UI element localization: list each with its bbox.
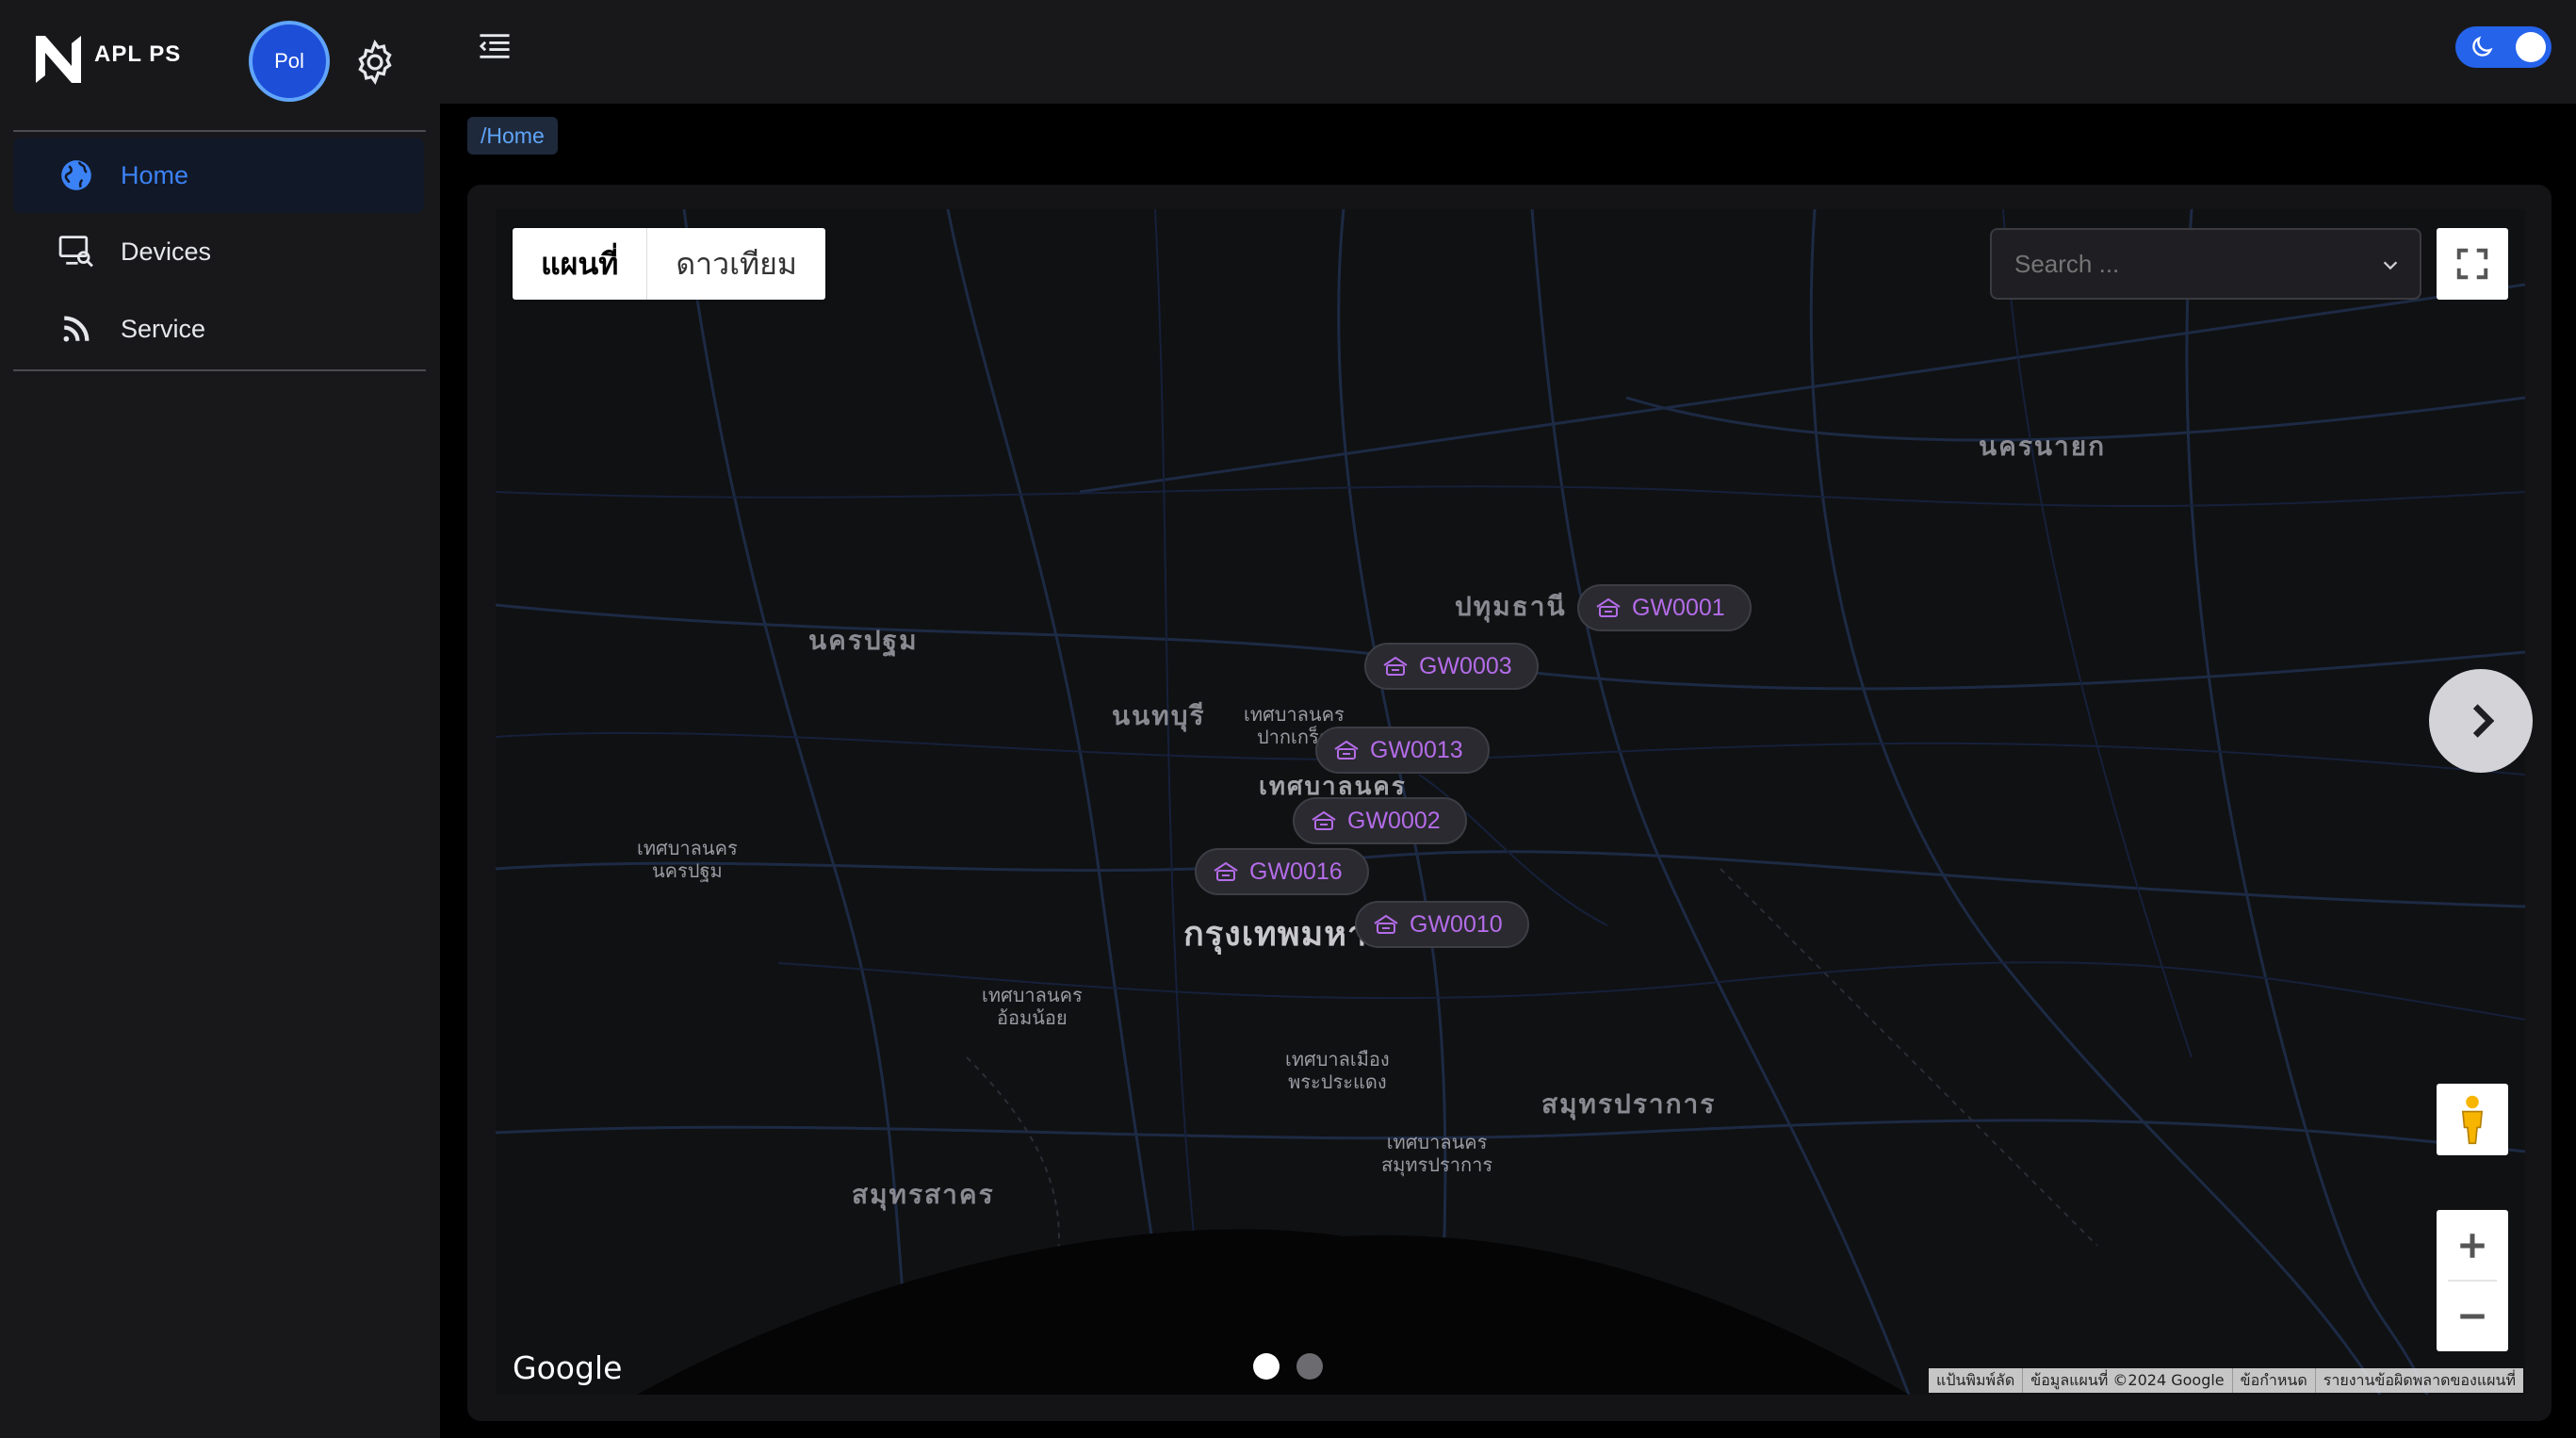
map-canvas[interactable]: นครนายก ปทุมธานี นครปฐม นนทบุรี เทศบาลนค… — [496, 209, 2525, 1395]
gateway-search-select[interactable] — [1990, 228, 2421, 300]
google-logo[interactable]: Google — [513, 1349, 622, 1386]
gateway-icon — [1312, 810, 1336, 830]
keyboard-shortcuts-link[interactable]: แป้นพิมพ์ลัด — [1929, 1368, 2022, 1393]
gateway-marker-gw0003[interactable]: GW0003 — [1364, 643, 1539, 690]
gateway-label: GW0010 — [1410, 910, 1503, 938]
device-search-icon — [57, 232, 96, 271]
zoom-control — [2437, 1210, 2508, 1351]
globe-icon — [57, 155, 96, 195]
place-label: เทศบาลนคร สมุทรปราการ — [1381, 1131, 1493, 1176]
gateway-label: GW0001 — [1632, 594, 1725, 621]
plus-icon — [2460, 1233, 2485, 1258]
zoom-in-button[interactable] — [2437, 1210, 2508, 1281]
map-type-control: แผนที่ ดาวเทียม — [513, 228, 825, 300]
gateway-label: GW0016 — [1249, 858, 1343, 885]
minus-icon — [2460, 1314, 2485, 1318]
fullscreen-button[interactable] — [2437, 228, 2508, 300]
place-label: สมุทรปราการ — [1541, 1088, 1717, 1119]
breadcrumb[interactable]: /Home — [467, 117, 558, 155]
gateway-marker-gw0013[interactable]: GW0013 — [1315, 727, 1490, 774]
sidebar-item-label: Home — [121, 160, 189, 189]
theme-toggle[interactable] — [2455, 26, 2552, 68]
place-label: เทศบาลเมือง พระประแดง — [1285, 1048, 1390, 1093]
place-label: นครนายก — [1979, 431, 2107, 462]
fullscreen-icon — [2456, 248, 2488, 280]
place-label: เทศบาลนคร นครปฐม — [637, 837, 738, 882]
map-attribution: แป้นพิมพ์ลัด ข้อมูลแผนที่ ©2024 Google ข… — [1929, 1368, 2523, 1393]
sidebar-item-label: Service — [121, 314, 206, 343]
chevron-right-icon — [2472, 704, 2495, 738]
gateway-icon — [1214, 861, 1238, 881]
gateway-icon — [1596, 597, 1621, 617]
gateway-icon — [1374, 914, 1398, 934]
place-label: สมุทรสาคร — [852, 1179, 995, 1210]
gateway-icon — [1383, 656, 1408, 676]
pegman-icon — [2461, 1095, 2484, 1145]
gateway-label: GW0002 — [1347, 807, 1441, 834]
gateway-label: GW0013 — [1370, 736, 1463, 763]
sidebar-divider — [13, 369, 426, 371]
report-error-link[interactable]: รายงานข้อผิดพลาดของแผนที่ — [2314, 1368, 2523, 1393]
gateway-label: GW0003 — [1419, 652, 1512, 679]
gear-icon[interactable] — [351, 38, 399, 87]
place-label: เทศบาลนคร อ้อมน้อย — [982, 984, 1083, 1029]
place-label: ปทุมธานี — [1455, 591, 1567, 622]
rss-icon — [57, 309, 96, 349]
map-data-text: ข้อมูลแผนที่ ©2024 Google — [2022, 1368, 2231, 1393]
sidebar: APL PS Pol Home Devices Service — [0, 0, 440, 1438]
carousel-dot[interactable] — [1253, 1353, 1280, 1380]
sidebar-item-service[interactable]: Service — [13, 291, 424, 367]
map-roads — [496, 209, 2525, 1395]
app-logo-text: APL PS — [94, 41, 182, 67]
map-type-satellite-button[interactable]: ดาวเทียม — [647, 228, 825, 300]
gateway-marker-gw0016[interactable]: GW0016 — [1195, 848, 1369, 895]
gateway-marker-gw0010[interactable]: GW0010 — [1355, 901, 1529, 948]
carousel-next-button[interactable] — [2429, 669, 2533, 773]
street-view-pegman[interactable] — [2437, 1084, 2508, 1155]
chevron-down-icon[interactable] — [2380, 254, 2401, 275]
carousel-dot[interactable] — [1296, 1353, 1323, 1380]
zoom-divider — [2448, 1280, 2497, 1282]
sidebar-item-home[interactable]: Home — [13, 138, 424, 213]
sidebar-item-label: Devices — [121, 237, 212, 266]
map-type-roadmap-button[interactable]: แผนที่ — [513, 228, 648, 300]
terms-link[interactable]: ข้อกำหนด — [2231, 1368, 2315, 1393]
gateway-marker-gw0002[interactable]: GW0002 — [1293, 797, 1467, 844]
carousel-dots — [1253, 1353, 1323, 1380]
top-bar — [440, 0, 2576, 104]
gateway-icon — [1334, 740, 1359, 760]
moon-icon — [2472, 36, 2493, 57]
app-logo-icon[interactable] — [34, 32, 83, 87]
place-label: นนทบุรี — [1112, 700, 1206, 731]
sidebar-divider — [13, 130, 426, 132]
gateway-marker-gw0001[interactable]: GW0001 — [1577, 584, 1752, 631]
zoom-out-button[interactable] — [2437, 1281, 2508, 1351]
avatar[interactable]: Pol — [249, 21, 330, 102]
place-label: นครปฐม — [808, 625, 919, 656]
menu-collapse-icon[interactable] — [479, 32, 511, 60]
toggle-knob — [2516, 32, 2546, 62]
search-input[interactable] — [1992, 230, 2369, 298]
sidebar-item-devices[interactable]: Devices — [13, 214, 424, 289]
